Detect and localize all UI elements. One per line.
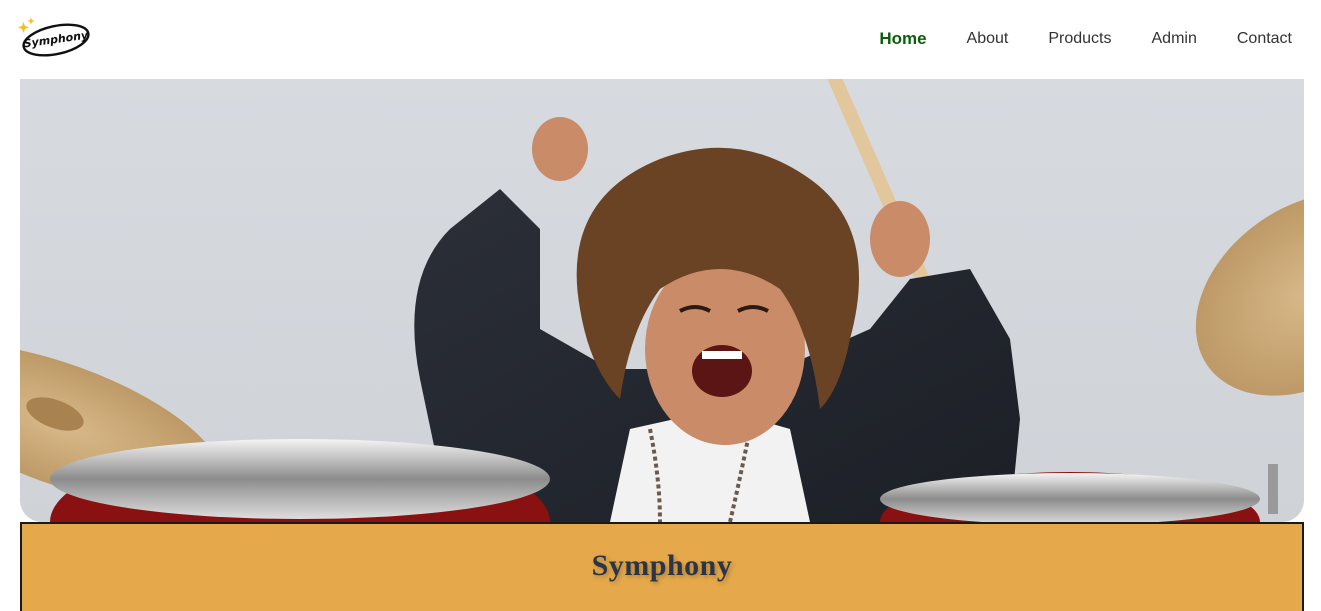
nav-about[interactable]: About [967,27,1009,51]
nav-home[interactable]: Home [879,27,926,51]
symphony-logo[interactable]: Symphony [16,16,92,62]
hero-image [20,79,1304,522]
drummer-photo [20,79,1304,522]
logo-icon: Symphony [18,17,90,57]
title-banner: Symphony [20,522,1304,611]
banner-title: Symphony [591,548,733,582]
site-header: Symphony Home About Products Admin Conta… [0,0,1321,79]
logo-text: Symphony [23,28,90,50]
nav-products[interactable]: Products [1048,27,1111,51]
main-nav: Home About Products Admin Contact [868,26,1321,52]
nav-contact[interactable]: Contact [1237,27,1292,51]
nav-admin[interactable]: Admin [1152,27,1197,51]
